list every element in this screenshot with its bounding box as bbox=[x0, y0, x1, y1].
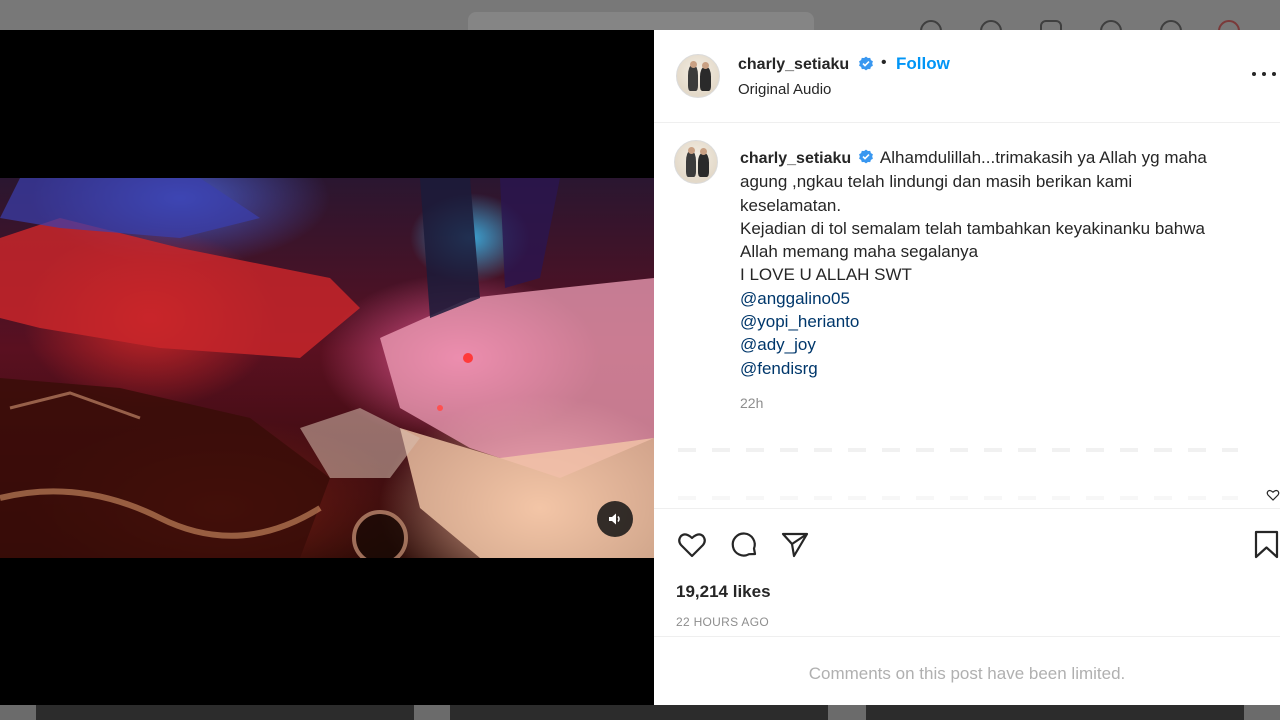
more-options-icon[interactable] bbox=[1252, 68, 1276, 80]
mention-link[interactable]: @ady_joy bbox=[740, 333, 1250, 356]
post-media[interactable] bbox=[0, 30, 654, 705]
crash-scene-illustration bbox=[0, 178, 654, 558]
loading-comment-placeholder bbox=[678, 448, 1238, 452]
caption-avatar[interactable] bbox=[674, 140, 718, 184]
verified-badge-icon bbox=[859, 56, 873, 71]
likes-count[interactable]: 19,214 likes bbox=[676, 582, 771, 602]
video-frame[interactable] bbox=[0, 178, 654, 558]
background-search-bar bbox=[468, 12, 814, 30]
caption-text: agung ,ngkau telah lindungi dan masih be… bbox=[740, 172, 1133, 192]
post-caption: charly_setiaku Alhamdulillah...trimakasi… bbox=[740, 146, 1250, 380]
post-author-username[interactable]: charly_setiaku bbox=[738, 56, 849, 74]
caption-first-line: charly_setiaku Alhamdulillah...trimakasi… bbox=[740, 146, 1250, 170]
background-logo bbox=[30, 20, 90, 30]
mention-link[interactable]: @anggalino05 bbox=[740, 287, 1250, 310]
verified-badge-icon bbox=[859, 149, 873, 164]
caption-username[interactable]: charly_setiaku bbox=[740, 150, 851, 167]
speaker-icon bbox=[609, 513, 620, 525]
caption-text: Alhamdulillah...trimakasih ya Allah yg m… bbox=[879, 148, 1207, 167]
caption-area: charly_setiaku Alhamdulillah...trimakasi… bbox=[654, 124, 1280, 508]
comment-like-heart-icon[interactable] bbox=[1266, 488, 1280, 502]
comments-limited-notice: Comments on this post have been limited. bbox=[654, 636, 1280, 705]
paper-plane-icon[interactable] bbox=[779, 529, 811, 561]
caption-text: Kejadian di tol semalam telah tambahkan … bbox=[740, 218, 1205, 238]
separator-dot: • bbox=[881, 54, 887, 71]
bookmark-icon[interactable] bbox=[1251, 529, 1280, 561]
mute-toggle-button[interactable] bbox=[597, 501, 633, 537]
avatar[interactable] bbox=[676, 54, 720, 98]
background-thumbnail bbox=[450, 705, 828, 720]
comment-icon[interactable] bbox=[728, 529, 760, 561]
post-header: charly_setiaku • Follow Original Audio bbox=[654, 30, 1280, 123]
follow-button[interactable]: Follow bbox=[896, 54, 950, 74]
mention-link[interactable]: @yopi_herianto bbox=[740, 310, 1250, 333]
background-thumbnail bbox=[36, 705, 414, 720]
post-timestamp[interactable]: 22 HOURS AGO bbox=[676, 615, 769, 629]
audio-label[interactable]: Original Audio bbox=[738, 81, 831, 98]
background-thumbnail bbox=[866, 705, 1244, 720]
background-thumbnails bbox=[0, 705, 1280, 720]
caption-timestamp[interactable]: 22h bbox=[740, 395, 763, 411]
mention-link[interactable]: @fendisrg bbox=[740, 357, 1250, 380]
heart-icon[interactable] bbox=[676, 529, 708, 561]
loading-comment-placeholder bbox=[678, 496, 1238, 500]
caption-text: I LOVE U ALLAH SWT bbox=[740, 265, 912, 285]
caption-text: keselamatan. bbox=[740, 195, 842, 215]
post-details-panel: charly_setiaku • Follow Original Audio c… bbox=[654, 30, 1280, 705]
post-actions: 19,214 likes 22 HOURS AGO Comments on th… bbox=[654, 508, 1280, 705]
caption-text: Allah memang maha segalanya bbox=[740, 242, 979, 262]
